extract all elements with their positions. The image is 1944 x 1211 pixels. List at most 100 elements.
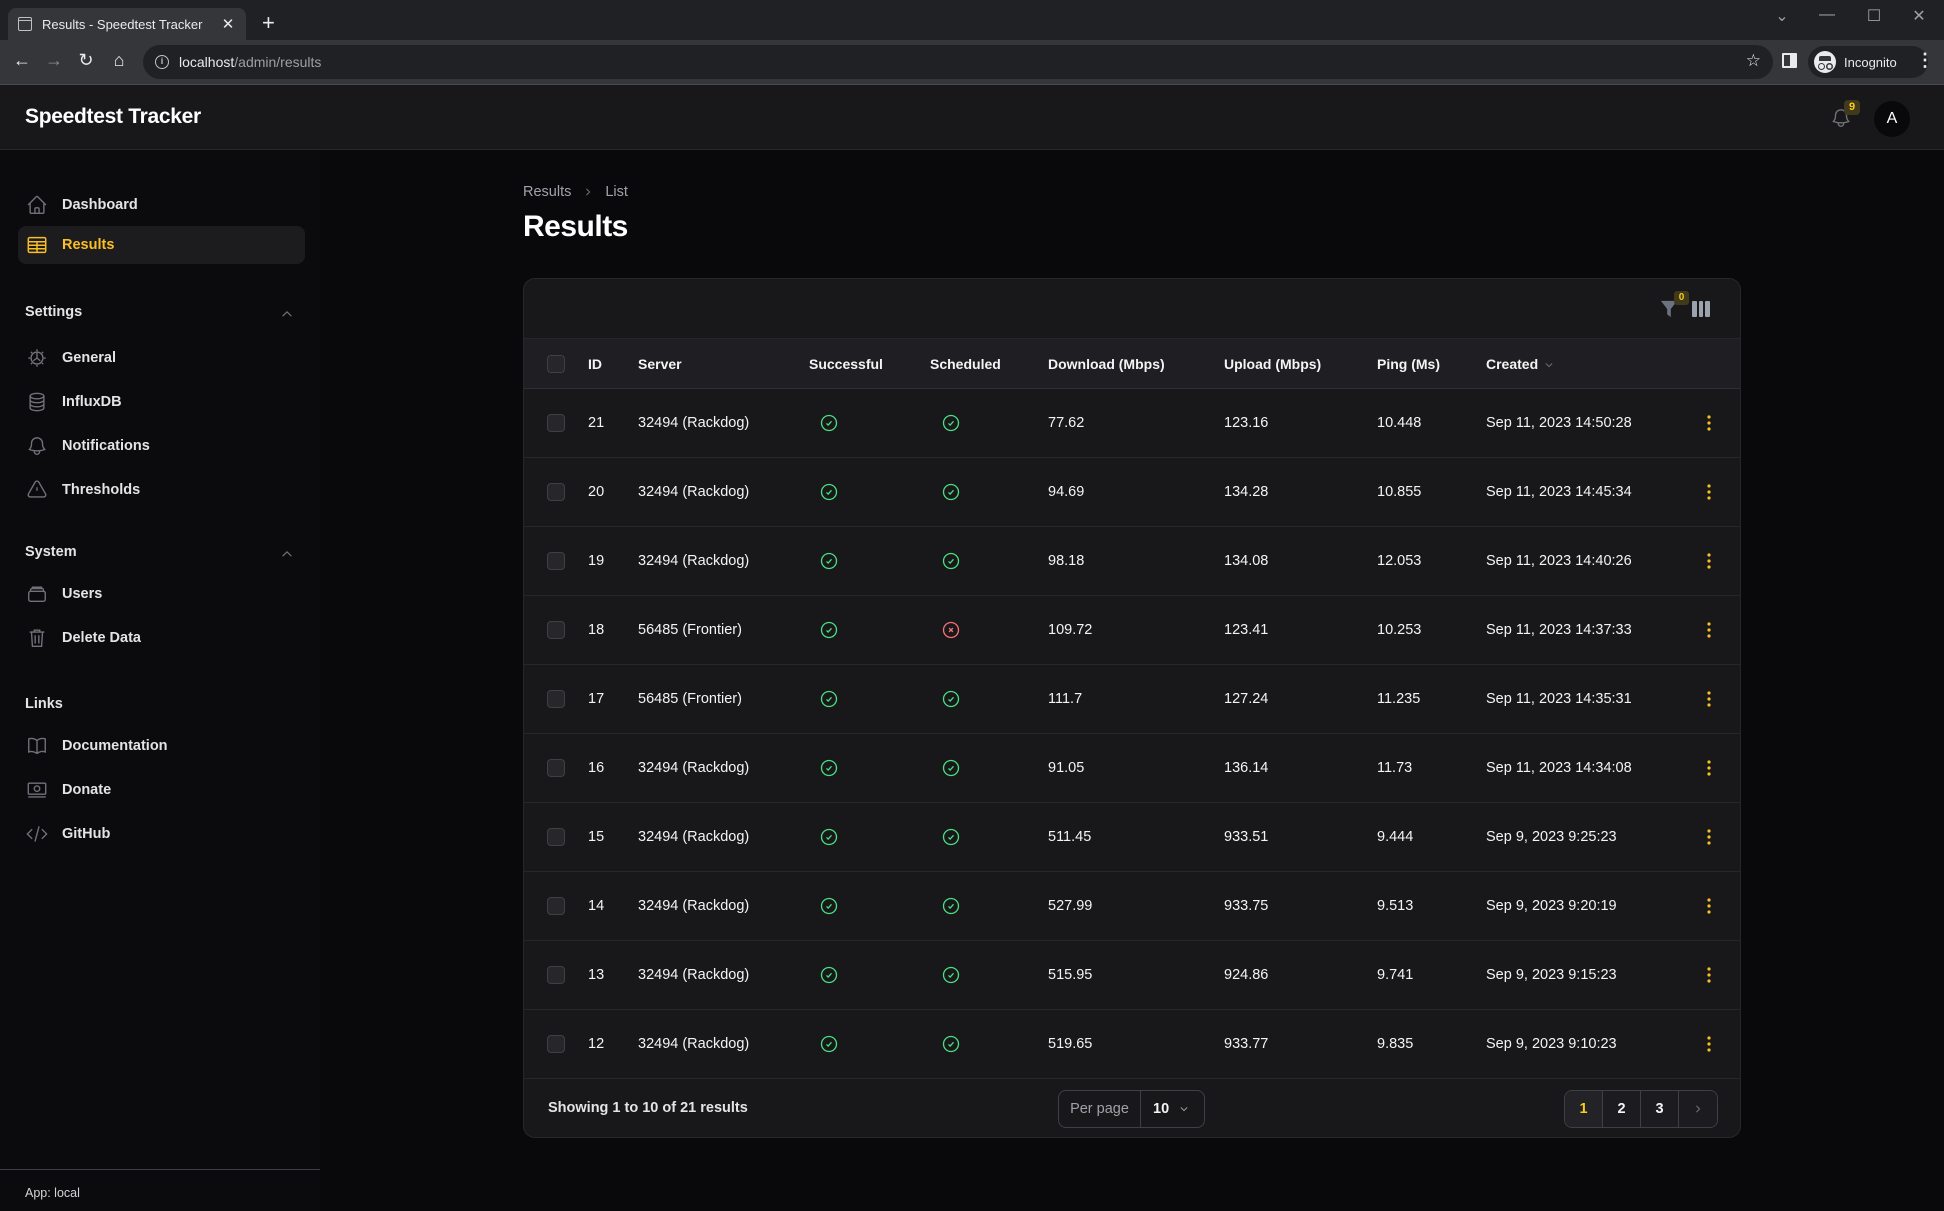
sidebar-item-results[interactable]: Results <box>18 226 305 264</box>
row-actions-menu-icon[interactable] <box>1699 620 1719 640</box>
sidebar-item-influxdb[interactable]: InfluxDB <box>18 383 305 421</box>
row-checkbox[interactable] <box>547 690 565 708</box>
row-actions-menu-icon[interactable] <box>1699 482 1719 502</box>
row-checkbox[interactable] <box>547 966 565 984</box>
sidebar-divider <box>0 1169 320 1170</box>
group-label-system[interactable]: System <box>25 544 77 560</box>
sidebar-item-documentation[interactable]: Documentation <box>18 727 305 765</box>
row-actions-menu-icon[interactable] <box>1699 758 1719 778</box>
row-checkbox[interactable] <box>547 552 565 570</box>
bookmark-star-icon[interactable]: ☆ <box>1746 51 1761 71</box>
notification-count-badge: 9 <box>1844 100 1860 115</box>
table-row[interactable]: 20 32494 (Rackdog) 94.69 134.28 10.855 S… <box>524 458 1740 527</box>
tab-close-icon[interactable]: ✕ <box>220 15 236 33</box>
cell-upload: 924.86 <box>1224 967 1269 983</box>
column-header-created[interactable]: Created <box>1486 339 1554 389</box>
cell-download: 111.7 <box>1048 691 1083 707</box>
table-row[interactable]: 16 32494 (Rackdog) 91.05 136.14 11.73 Se… <box>524 734 1740 803</box>
sidebar-item-donate[interactable]: Donate <box>18 771 305 809</box>
row-actions-menu-icon[interactable] <box>1699 1034 1719 1054</box>
next-page-button[interactable] <box>1679 1091 1717 1127</box>
table-row[interactable]: 14 32494 (Rackdog) 527.99 933.75 9.513 S… <box>524 872 1740 941</box>
row-actions-menu-icon[interactable] <box>1699 965 1719 985</box>
cell-ping: 11.235 <box>1377 691 1421 707</box>
maximize-button[interactable]: ☐ <box>1864 6 1884 26</box>
group-label-settings[interactable]: Settings <box>25 304 82 320</box>
home-button[interactable]: ⌂ <box>108 50 130 71</box>
table-row[interactable]: 15 32494 (Rackdog) 511.45 933.51 9.444 S… <box>524 803 1740 872</box>
table-toolbar: 0 <box>524 279 1740 339</box>
window-close-button[interactable]: ✕ <box>1909 6 1929 26</box>
page-title: Results <box>523 210 628 243</box>
row-actions-menu-icon[interactable] <box>1699 551 1719 571</box>
row-actions-menu-icon[interactable] <box>1699 413 1719 433</box>
browser-menu-icon[interactable]: ⋮ <box>1916 50 1934 71</box>
home-icon <box>26 194 48 216</box>
sidebar-item-github[interactable]: GitHub <box>18 815 305 853</box>
group-label-links: Links <box>25 696 63 712</box>
browser-tab[interactable]: Results - Speedtest Tracker ✕ <box>8 8 246 40</box>
cell-server: 32494 (Rackdog) <box>638 415 750 431</box>
select-all-checkbox[interactable] <box>547 355 565 373</box>
chevron-right-icon <box>1696 1105 1701 1113</box>
sidebar-item-notifications[interactable]: Notifications <box>18 427 305 465</box>
column-header-scheduled: Scheduled <box>930 356 1001 372</box>
check-circle-icon <box>819 734 839 802</box>
table-row[interactable]: 18 56485 (Frontier) 109.72 123.41 10.253… <box>524 596 1740 665</box>
row-checkbox[interactable] <box>547 828 565 846</box>
new-tab-button[interactable]: + <box>262 10 275 36</box>
cell-server: 32494 (Rackdog) <box>638 967 750 983</box>
row-checkbox[interactable] <box>547 759 565 777</box>
chevron-right-icon <box>586 188 591 196</box>
table-row[interactable]: 12 32494 (Rackdog) 519.65 933.77 9.835 S… <box>524 1010 1740 1079</box>
table-row[interactable]: 19 32494 (Rackdog) 98.18 134.08 12.053 S… <box>524 527 1740 596</box>
page-button-2[interactable]: 2 <box>1603 1091 1641 1127</box>
per-page-select[interactable]: Per page 10 <box>1058 1090 1205 1128</box>
side-panel-icon[interactable] <box>1782 53 1797 68</box>
site-info-icon[interactable]: i <box>155 55 169 69</box>
cell-upload: 933.51 <box>1224 829 1269 845</box>
row-actions-menu-icon[interactable] <box>1699 689 1719 709</box>
breadcrumb-results-link[interactable]: Results <box>523 184 571 200</box>
toggle-columns-icon[interactable] <box>1692 301 1711 317</box>
table-row[interactable]: 13 32494 (Rackdog) 515.95 924.86 9.741 S… <box>524 941 1740 1010</box>
sidebar-item-users[interactable]: Users <box>18 575 305 613</box>
minimize-button[interactable]: — <box>1817 6 1837 24</box>
address-bar[interactable]: i localhost/admin/results ☆ <box>143 45 1773 79</box>
cell-created: Sep 9, 2023 9:10:23 <box>1486 1036 1617 1052</box>
sidebar-item-thresholds[interactable]: Thresholds <box>18 471 305 509</box>
chevron-up-icon[interactable] <box>280 547 294 561</box>
chevron-up-icon[interactable] <box>280 307 294 321</box>
row-actions-menu-icon[interactable] <box>1699 827 1719 847</box>
column-header-successful: Successful <box>809 356 883 372</box>
cell-ping: 10.253 <box>1377 622 1422 638</box>
row-checkbox[interactable] <box>547 1035 565 1053</box>
user-avatar[interactable]: A <box>1874 101 1910 137</box>
brand-title[interactable]: Speedtest Tracker <box>25 105 201 129</box>
forward-button[interactable]: → <box>43 50 65 71</box>
cell-created: Sep 11, 2023 14:40:26 <box>1486 553 1632 569</box>
incognito-profile-button[interactable]: Incognito <box>1808 46 1928 78</box>
check-circle-icon <box>941 803 961 871</box>
cell-download: 511.45 <box>1048 829 1092 845</box>
row-checkbox[interactable] <box>547 414 565 432</box>
sidebar-item-dashboard[interactable]: Dashboard <box>18 186 305 224</box>
cell-id: 12 <box>588 1036 605 1052</box>
cell-server: 32494 (Rackdog) <box>638 760 750 776</box>
reload-button[interactable]: ↻ <box>75 50 97 71</box>
sidebar-item-general[interactable]: General <box>18 339 305 377</box>
table-row[interactable]: 21 32494 (Rackdog) 77.62 123.16 10.448 S… <box>524 389 1740 458</box>
page-button-3[interactable]: 3 <box>1641 1091 1679 1127</box>
tab-search-icon[interactable]: ⌄ <box>1772 6 1792 26</box>
row-checkbox[interactable] <box>547 897 565 915</box>
page-button-1[interactable]: 1 <box>1565 1091 1603 1127</box>
check-circle-icon <box>941 1010 961 1078</box>
per-page-dropdown[interactable]: 10 <box>1141 1091 1204 1127</box>
table-row[interactable]: 17 56485 (Frontier) 111.7 127.24 11.235 … <box>524 665 1740 734</box>
back-button[interactable]: ← <box>11 50 33 71</box>
row-actions-menu-icon[interactable] <box>1699 896 1719 916</box>
sidebar-item-delete-data[interactable]: Delete Data <box>18 619 305 657</box>
row-checkbox[interactable] <box>547 621 565 639</box>
cell-server: 56485 (Frontier) <box>638 691 742 707</box>
row-checkbox[interactable] <box>547 483 565 501</box>
